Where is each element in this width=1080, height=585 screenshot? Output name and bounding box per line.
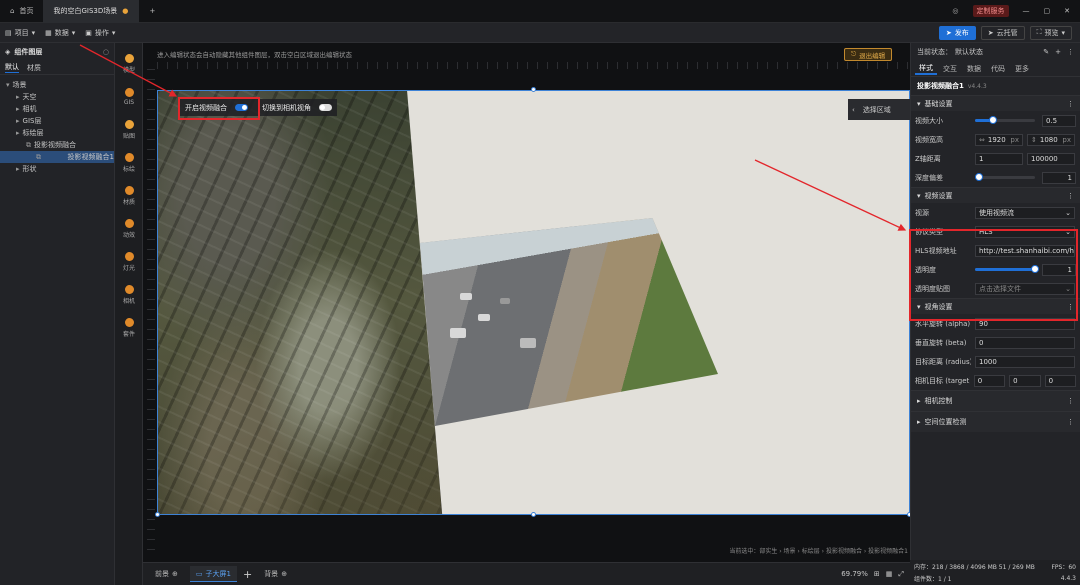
annotation-arrow — [79, 44, 178, 97]
annotation-arrows — [79, 44, 907, 231]
annotation-arrow — [754, 159, 907, 231]
